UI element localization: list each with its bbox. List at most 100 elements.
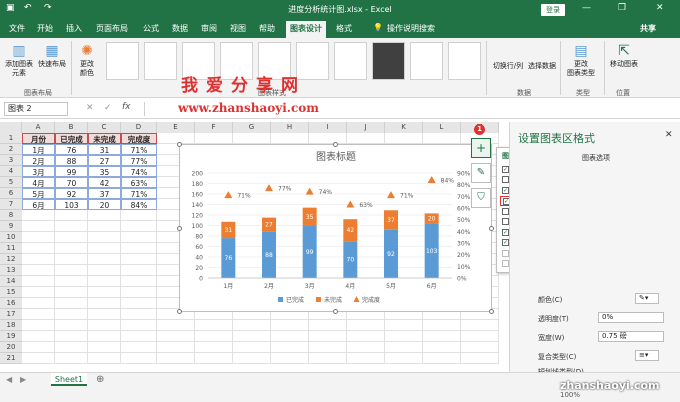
column-header-k[interactable]: K bbox=[385, 122, 423, 133]
grid-cell[interactable] bbox=[55, 287, 88, 298]
chart-filters-funnel-icon[interactable]: ⛉ bbox=[471, 188, 491, 208]
legend-entry[interactable]: 已完成 bbox=[286, 296, 304, 304]
grid-cell[interactable] bbox=[157, 133, 195, 144]
table-cell[interactable]: 71% bbox=[121, 144, 157, 155]
table-cell[interactable]: 1月 bbox=[22, 144, 55, 155]
grid-cell[interactable] bbox=[55, 342, 88, 353]
chart-elements-plus-icon[interactable]: + bbox=[471, 138, 491, 158]
row-header-8[interactable]: 8 bbox=[0, 210, 22, 221]
grid-cell[interactable] bbox=[88, 221, 121, 232]
column-header-c[interactable]: C bbox=[88, 122, 121, 133]
checkbox[interactable]: ✓ bbox=[502, 186, 509, 194]
grid-cell[interactable] bbox=[309, 353, 347, 364]
grid-cell[interactable] bbox=[195, 353, 233, 364]
column-header-h[interactable]: H bbox=[271, 122, 309, 133]
sheet-next-icon[interactable]: ▶ bbox=[20, 375, 26, 384]
name-box[interactable]: 图表 2 bbox=[4, 102, 68, 116]
grid-cell[interactable] bbox=[195, 320, 233, 331]
checkbox[interactable] bbox=[502, 207, 509, 215]
grid-cell[interactable] bbox=[347, 353, 385, 364]
grid-cell[interactable] bbox=[55, 232, 88, 243]
tab-format[interactable]: 格式 bbox=[336, 23, 352, 34]
legend-entry[interactable]: 完成度 bbox=[362, 296, 380, 304]
select-all-corner[interactable] bbox=[0, 122, 22, 133]
add-chart-element-button[interactable]: ▥ 添加图表 元素 bbox=[4, 42, 34, 78]
column-header-g[interactable]: G bbox=[233, 122, 271, 133]
grid-cell[interactable] bbox=[347, 342, 385, 353]
marker-completion-rate[interactable] bbox=[265, 184, 273, 192]
grid-cell[interactable] bbox=[309, 342, 347, 353]
add-sheet-icon[interactable]: ⊕ bbox=[96, 374, 104, 385]
grid-cell[interactable] bbox=[121, 221, 157, 232]
grid-cell[interactable] bbox=[157, 331, 195, 342]
grid-cell[interactable] bbox=[347, 331, 385, 342]
row-header-7[interactable]: 7 bbox=[0, 199, 22, 210]
grid-cell[interactable] bbox=[157, 342, 195, 353]
grid-cell[interactable] bbox=[88, 298, 121, 309]
column-header-b[interactable]: B bbox=[55, 122, 88, 133]
grid-cell[interactable] bbox=[55, 320, 88, 331]
grid-cell[interactable] bbox=[121, 276, 157, 287]
column-header-l[interactable]: L bbox=[423, 122, 461, 133]
table-cell[interactable]: 76 bbox=[55, 144, 88, 155]
table-cell[interactable]: 77% bbox=[121, 155, 157, 166]
tell-me-search[interactable]: 操作说明搜索 bbox=[387, 23, 435, 34]
grid-cell[interactable] bbox=[195, 342, 233, 353]
table-cell[interactable]: 42 bbox=[88, 177, 121, 188]
tab-help[interactable]: 帮助 bbox=[259, 23, 275, 34]
grid-cell[interactable] bbox=[233, 320, 271, 331]
grid-cell[interactable] bbox=[121, 309, 157, 320]
minimize-icon[interactable]: — bbox=[582, 3, 591, 13]
grid-cell[interactable] bbox=[347, 320, 385, 331]
table-cell[interactable]: 71% bbox=[121, 188, 157, 199]
chart-style-9[interactable] bbox=[410, 42, 443, 80]
restore-icon[interactable]: ❐ bbox=[618, 3, 626, 13]
grid-cell[interactable] bbox=[22, 342, 55, 353]
color-picker-button[interactable]: ✎▾ bbox=[635, 293, 659, 304]
table-cell[interactable]: 37 bbox=[88, 188, 121, 199]
function-icon[interactable]: fx bbox=[122, 102, 131, 112]
table-cell[interactable]: 20 bbox=[88, 199, 121, 210]
table-cell[interactable]: 3月 bbox=[22, 166, 55, 177]
legend-entry[interactable]: 未完成 bbox=[324, 296, 342, 304]
sheet-prev-icon[interactable]: ◀ bbox=[6, 375, 12, 384]
grid-cell[interactable] bbox=[385, 320, 423, 331]
login-button[interactable]: 登录 bbox=[541, 4, 565, 16]
grid-cell[interactable] bbox=[347, 133, 385, 144]
grid-cell[interactable] bbox=[233, 342, 271, 353]
table-cell[interactable]: 4月 bbox=[22, 177, 55, 188]
row-header-12[interactable]: 12 bbox=[0, 254, 22, 265]
change-chart-type-button[interactable]: ▤ 更改 图表类型 bbox=[564, 42, 598, 78]
checkbox[interactable] bbox=[502, 249, 509, 257]
grid-cell[interactable] bbox=[157, 320, 195, 331]
grid-cell[interactable] bbox=[423, 342, 461, 353]
row-header-15[interactable]: 15 bbox=[0, 287, 22, 298]
grid-cell[interactable] bbox=[22, 254, 55, 265]
marker-completion-rate[interactable] bbox=[427, 176, 436, 183]
checkbox[interactable] bbox=[502, 176, 509, 183]
share-button[interactable]: 共享 bbox=[640, 23, 656, 34]
grid-cell[interactable] bbox=[271, 133, 309, 144]
grid-cell[interactable] bbox=[461, 320, 499, 331]
table-header-cell[interactable]: 月份 bbox=[22, 133, 55, 144]
row-header-3[interactable]: 3 bbox=[0, 155, 22, 166]
column-header-j[interactable]: J bbox=[347, 122, 385, 133]
grid-cell[interactable] bbox=[88, 232, 121, 243]
tab-chart-design[interactable]: 图表设计 bbox=[286, 21, 326, 38]
grid-cell[interactable] bbox=[55, 309, 88, 320]
checkbox[interactable] bbox=[502, 260, 509, 267]
grid-cell[interactable] bbox=[271, 353, 309, 364]
grid-cell[interactable] bbox=[385, 342, 423, 353]
row-header-19[interactable]: 19 bbox=[0, 331, 22, 342]
grid-cell[interactable] bbox=[88, 353, 121, 364]
chart-styles-brush-icon[interactable]: ✎ bbox=[471, 163, 491, 183]
sheet-tab-sheet1[interactable]: Sheet1 bbox=[51, 373, 87, 386]
grid-cell[interactable] bbox=[55, 265, 88, 276]
grid-cell[interactable] bbox=[22, 298, 55, 309]
chart-style-2[interactable] bbox=[144, 42, 177, 80]
grid-cell[interactable] bbox=[271, 320, 309, 331]
grid-cell[interactable] bbox=[88, 331, 121, 342]
select-data-button[interactable]: 选择数据 bbox=[527, 62, 557, 71]
chart-style-1[interactable] bbox=[106, 42, 139, 80]
row-header-1[interactable]: 1 bbox=[0, 133, 22, 144]
